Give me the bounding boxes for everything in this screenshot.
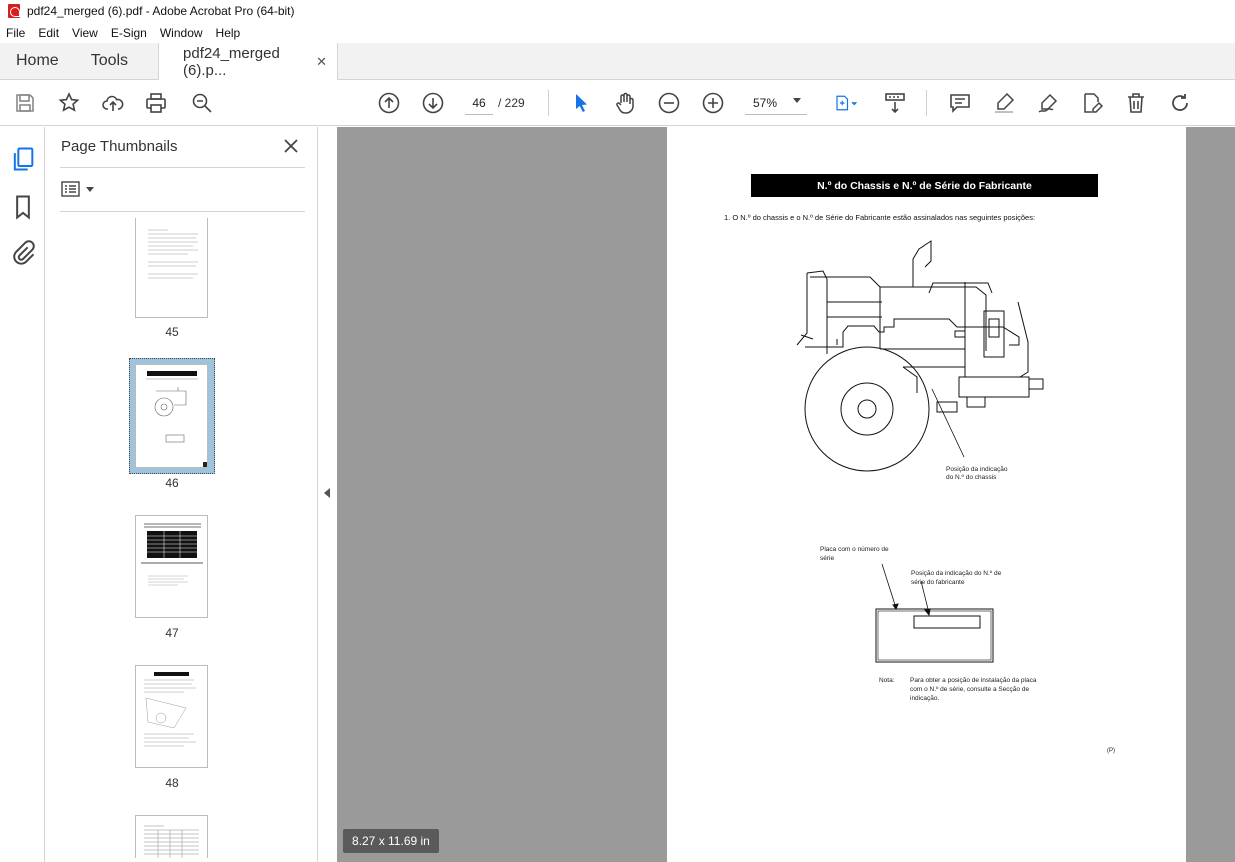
menu-view[interactable]: View [72,26,98,40]
save-icon[interactable] [11,89,39,117]
footer-mark: (P) [1107,748,1115,754]
note-line-2: com o N.º de série, consulte a Secção de [910,686,1030,693]
hand-icon[interactable] [611,89,639,117]
thumbnails-panel: Page Thumbnails 45 46 47 48 [46,127,357,862]
tab-home[interactable]: Home [0,43,75,79]
print-icon[interactable] [142,89,170,117]
attachments-icon[interactable] [9,238,37,266]
close-panel-icon[interactable] [282,137,300,155]
note-line-1: Para obter a posição de instalação da pl… [910,677,1037,684]
bookmark-star-icon[interactable] [55,89,83,117]
thumbnail-label: 48 [165,776,179,790]
zoom-value: 57% [753,95,778,110]
toolbar-divider [926,90,927,116]
label-plate-line-2: série [820,555,835,562]
sign-icon[interactable] [1034,89,1062,117]
rotate-icon[interactable] [1166,89,1194,117]
document-viewport[interactable]: N.º do Chassis e N.º de Série do Fabrica… [337,127,1235,862]
chevron-down-icon [793,98,801,103]
chevron-down-icon [86,186,94,192]
label-serial-line-1: Posição da indicação do N.º de [911,570,1002,577]
edit-pdf-icon[interactable] [1078,89,1106,117]
toolbar [0,80,1235,126]
label-chassis-line-2: do N.º do chassis [946,474,997,481]
divider [60,167,305,168]
menu-window[interactable]: Window [160,26,203,40]
left-rail [0,127,45,862]
collapse-left-icon[interactable] [324,488,330,498]
zoom-out-icon[interactable] [655,89,683,117]
bookmarks-icon[interactable] [9,193,37,221]
tab-document[interactable]: pdf24_merged (6).p... ✕ [158,43,339,81]
divider [60,211,305,212]
highlight-icon[interactable] [990,89,1018,117]
thumbnail-label: 47 [165,626,179,640]
comment-icon[interactable] [946,89,974,117]
label-plate-line-1: Placa com o número de [820,546,889,553]
page-thumbnail-49[interactable] [135,815,208,858]
page-number-input[interactable]: 46 [465,91,493,115]
fit-page-icon[interactable] [828,89,864,117]
thumbnail-options-button[interactable] [61,179,97,199]
find-zoom-icon[interactable] [188,89,216,117]
close-tab-icon[interactable]: ✕ [316,54,327,70]
window-title: pdf24_merged (6).pdf - Adobe Acrobat Pro… [27,4,295,18]
menu-edit[interactable]: Edit [38,26,59,40]
page-thumbnail-47[interactable] [135,515,208,618]
page-thumbnail-45[interactable] [135,218,208,318]
panel-collapse-strip[interactable] [318,127,337,862]
tab-tools[interactable]: Tools [75,43,144,79]
scroll-mode-icon[interactable] [881,89,909,117]
toolbar-divider [548,90,549,116]
upload-icon[interactable] [99,89,127,117]
menu-esign[interactable]: E-Sign [111,26,147,40]
note-line-3: indicação. [910,695,940,702]
zoom-in-icon[interactable] [699,89,727,117]
menu-bar: File Edit View E-Sign Window Help [0,22,1235,43]
document-tab-label: pdf24_merged (6).p... [183,45,280,79]
page-thumbnail-48[interactable] [135,665,208,768]
note-label: Nota: [879,677,895,684]
select-cursor-icon[interactable] [567,89,595,117]
thumbnail-label: 45 [165,325,179,339]
menu-help[interactable]: Help [216,26,241,40]
delete-icon[interactable] [1122,89,1150,117]
title-bar: pdf24_merged (6).pdf - Adobe Acrobat Pro… [0,0,1235,22]
zoom-select[interactable]: 57% [745,91,807,115]
thumbnail-label: 46 [165,476,179,490]
menu-file[interactable]: File [6,26,25,40]
label-serial-line-2: série do fabricante [911,579,965,586]
prev-page-icon[interactable] [375,89,403,117]
acrobat-pdf-icon [8,4,20,18]
page-size-badge: 8.27 x 11.69 in [343,829,439,853]
page-total: / 229 [498,96,525,110]
page-thumbnail-46[interactable] [135,364,208,468]
page-thumbnails-icon[interactable] [9,145,37,173]
panel-title: Page Thumbnails [61,138,178,155]
tab-bar: Home Tools pdf24_merged (6).p... ✕ [0,43,1235,81]
pdf-page: N.º do Chassis e N.º de Série do Fabrica… [667,127,1186,862]
next-page-icon[interactable] [419,89,447,117]
